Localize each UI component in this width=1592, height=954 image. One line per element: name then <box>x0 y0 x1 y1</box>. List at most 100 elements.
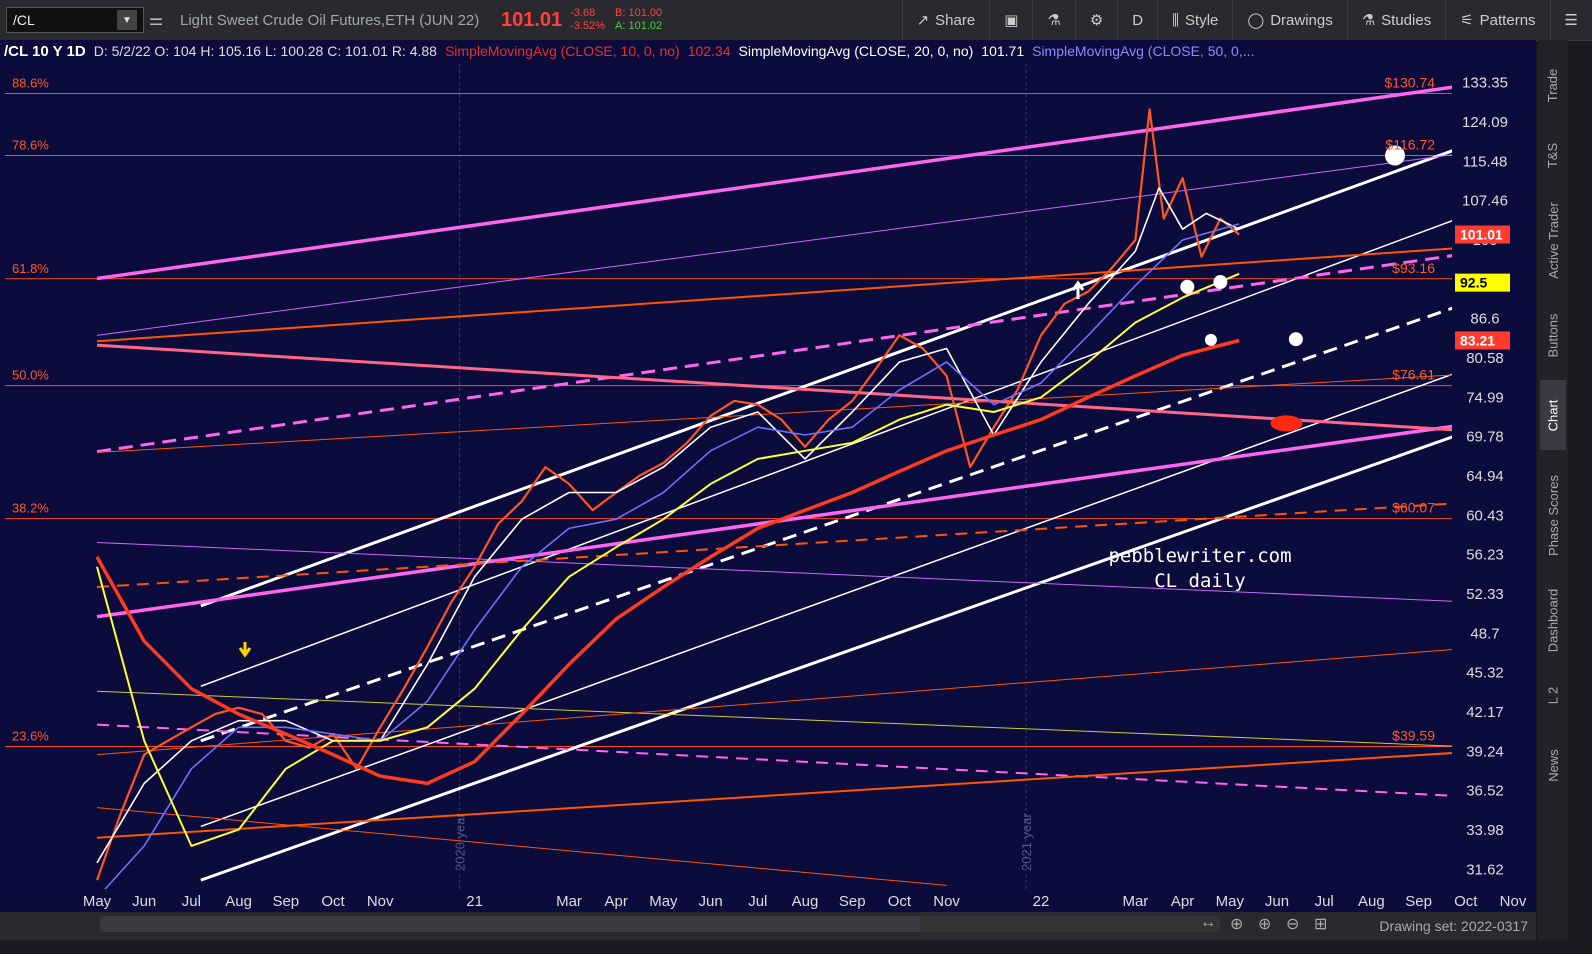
drawing-set-label[interactable]: Drawing set: 2022-0317 <box>1340 912 1536 940</box>
price-chart[interactable]: 2020 year 2021 year88.6% $130.74 78.6% $116.… <box>0 0 1536 912</box>
x-tick-label: 22 <box>1033 893 1050 910</box>
side-tab-label: Active Trader <box>1545 201 1561 279</box>
chart-info-bar: /CL 10 Y 1D D: 5/2/22 O: 104 H: 105.16 L… <box>4 41 1254 61</box>
x-tick-label: Jul <box>1315 893 1334 910</box>
y-tick-label: 33.98 <box>1466 822 1504 839</box>
fib-price-label: $130.74 <box>1384 75 1435 91</box>
y-tick-label: 86.6 <box>1470 311 1499 328</box>
side-tab-buttons[interactable]: Buttons <box>1540 300 1566 370</box>
y-tick-label: 39.24 <box>1466 743 1504 760</box>
trendline <box>96 247 1452 343</box>
side-tab-phase-scores[interactable]: Phase Scores <box>1540 460 1566 570</box>
trendline <box>96 690 1452 747</box>
footer <box>0 940 1592 954</box>
x-tick-label: Aug <box>792 893 819 910</box>
trendline <box>96 154 1452 336</box>
y-tick-label: 69.78 <box>1466 429 1504 446</box>
year-label: 2021 year <box>1019 813 1034 871</box>
trendline <box>200 149 1452 608</box>
down-arrow-icon <box>238 642 252 658</box>
target-marker <box>1204 333 1217 346</box>
x-tick-label: Mar <box>556 893 582 910</box>
zoom-in-icon[interactable]: ⊕ <box>1258 914 1271 934</box>
fib-level-label: 50.0% <box>12 368 49 383</box>
x-tick-label: Mar <box>1122 893 1148 910</box>
side-tab-label: News <box>1545 748 1561 782</box>
watermark-text: CL daily <box>1154 570 1246 592</box>
y-tick-label: 107.46 <box>1462 193 1508 210</box>
x-tick-label: Nov <box>367 893 394 910</box>
y-tick-label: 64.94 <box>1466 468 1504 485</box>
trendline <box>96 723 1452 797</box>
side-tab-news[interactable]: News <box>1540 730 1566 800</box>
trendline <box>96 254 1452 454</box>
x-tick-label: May <box>83 893 112 910</box>
moving-average-line <box>96 272 1240 847</box>
x-tick-label: Sep <box>839 893 866 910</box>
arrows-icon[interactable]: ↔ <box>1200 914 1216 932</box>
side-tab-l-2[interactable]: L 2 <box>1540 670 1566 720</box>
fib-price-label: $39.59 <box>1392 727 1435 743</box>
price-badge-label: 83.21 <box>1460 332 1495 348</box>
x-tick-label: 21 <box>466 893 483 910</box>
y-tick-label: 80.58 <box>1466 350 1504 367</box>
side-tab-label: T&S <box>1545 142 1561 168</box>
target-marker <box>1288 332 1303 347</box>
x-tick-label: May <box>649 893 678 910</box>
side-tab-label: Dashboard <box>1545 588 1561 652</box>
ma10-label[interactable]: SimpleMovingAvg (CLOSE, 10, 0, no) <box>445 43 680 59</box>
watermark-text: pebblewriter.com <box>1108 545 1291 567</box>
scrollbar-thumb[interactable] <box>920 916 1220 932</box>
side-tab-label: Trade <box>1545 68 1561 102</box>
y-tick-label: 56.23 <box>1466 547 1504 564</box>
chart-symbol: /CL 10 Y 1D <box>4 42 86 60</box>
side-tab-active-trader[interactable]: Active Trader <box>1540 190 1566 290</box>
menu-icon: ☰ <box>1564 12 1578 29</box>
ma20-value: 101.71 <box>981 43 1025 59</box>
x-tick-label: Oct <box>321 893 345 910</box>
price-badge-label: 101.01 <box>1460 227 1503 243</box>
trendline <box>96 343 1452 432</box>
side-tab-dashboard[interactable]: Dashboard <box>1540 580 1566 660</box>
fib-price-label: $116.72 <box>1385 137 1435 153</box>
side-tab-label: Buttons <box>1545 312 1561 358</box>
side-tab-chart[interactable]: Chart <box>1540 380 1566 450</box>
y-tick-label: 48.7 <box>1470 625 1499 642</box>
x-tick-label: May <box>1216 893 1245 910</box>
trendline <box>200 373 1452 828</box>
price-series-line <box>95 108 1240 881</box>
ma20-label[interactable]: SimpleMovingAvg (CLOSE, 20, 0, no) <box>739 43 974 59</box>
crosshair-icon[interactable]: ⊕ <box>1230 914 1243 934</box>
x-tick-label: Oct <box>888 893 912 910</box>
y-tick-label: 45.32 <box>1466 665 1504 682</box>
x-tick-label: Nov <box>933 893 960 910</box>
x-tick-label: Apr <box>605 893 628 910</box>
y-tick-label: 31.62 <box>1466 861 1504 878</box>
fib-price-label: $76.61 <box>1392 367 1435 383</box>
y-tick-label: 115.48 <box>1463 153 1508 170</box>
x-tick-label: Aug <box>1358 893 1385 910</box>
side-tab-label: Chart <box>1545 399 1561 431</box>
trendline <box>200 435 1452 882</box>
zoom-out-icon[interactable]: ⊖ <box>1286 914 1299 934</box>
x-tick-label: Apr <box>1171 893 1194 910</box>
trendline <box>96 649 1452 756</box>
y-tick-label: 124.09 <box>1462 114 1508 131</box>
ma50-label[interactable]: SimpleMovingAvg (CLOSE, 50, 0,... <box>1032 43 1254 59</box>
trendline <box>96 541 1452 602</box>
target-marker <box>1213 275 1228 290</box>
y-tick-label: 36.52 <box>1466 783 1504 800</box>
fib-level-label: 78.6% <box>12 138 49 153</box>
up-arrow-icon <box>1071 280 1085 299</box>
fib-level-label: 38.2% <box>12 501 49 516</box>
menu-button[interactable]: ☰ <box>1549 0 1592 40</box>
trendline <box>96 85 1452 281</box>
target-marker <box>1270 415 1303 432</box>
x-tick-label: Jun <box>699 893 723 910</box>
moving-average-line <box>104 223 1240 889</box>
zoom-fit-icon[interactable]: ⊞ <box>1314 914 1327 934</box>
ma10-value: 102.34 <box>687 43 731 59</box>
trendline <box>96 752 1452 839</box>
side-tab-trade[interactable]: Trade <box>1540 50 1566 120</box>
side-tab-t-s[interactable]: T&S <box>1540 130 1566 180</box>
